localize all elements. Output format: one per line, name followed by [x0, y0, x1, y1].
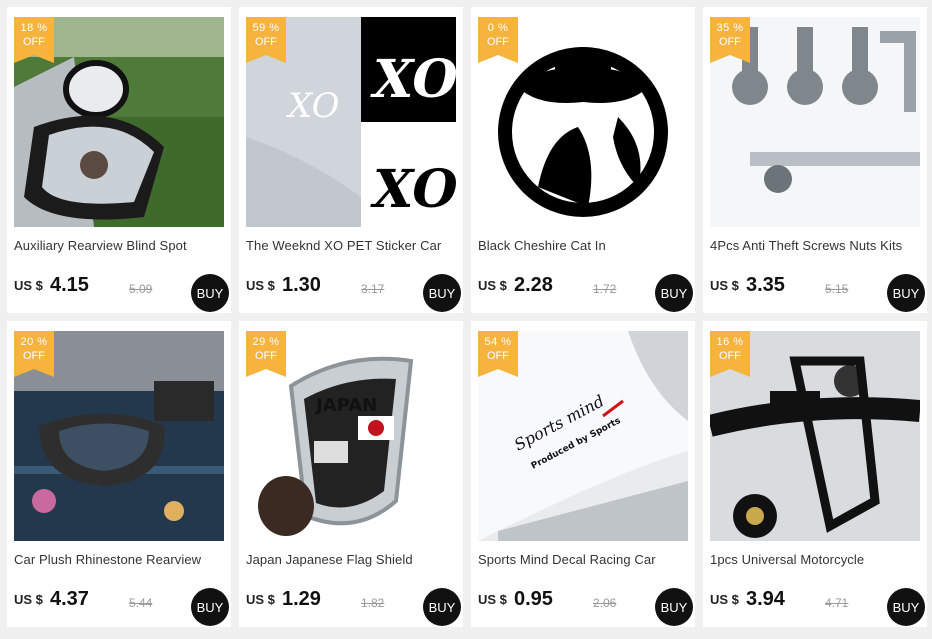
- buy-button[interactable]: BUY: [423, 274, 461, 312]
- price-row: US $ 3.35 5.15 BUY: [710, 272, 925, 312]
- discount-percent: 20 %: [20, 336, 48, 348]
- price-row: US $ 2.28 1.72 BUY: [478, 272, 693, 312]
- discount-off-label: OFF: [255, 36, 277, 48]
- product-card[interactable]: 0 % OFF Black Cheshire Cat In US $ 2.28 …: [471, 7, 695, 313]
- discount-percent: 59 %: [252, 22, 280, 34]
- discount-off-label: OFF: [255, 350, 277, 362]
- buy-button[interactable]: BUY: [887, 274, 925, 312]
- currency: US $: [14, 592, 43, 607]
- product-title[interactable]: 4Pcs Anti Theft Screws Nuts Kits: [710, 238, 922, 253]
- price-row: US $ 0.95 2.06 BUY: [478, 586, 693, 626]
- product-title[interactable]: Auxiliary Rearview Blind Spot: [14, 238, 226, 253]
- image-text: XO: [370, 49, 456, 110]
- discount-percent: 54 %: [484, 336, 512, 348]
- discount-off-label: OFF: [23, 350, 45, 362]
- price-row: US $ 4.37 5.44 BUY: [14, 586, 229, 626]
- product-card[interactable]: JAPAN 29 % OFF Japan Japanese Flag Shiel…: [239, 321, 463, 627]
- currency: US $: [710, 278, 739, 293]
- buy-button[interactable]: BUY: [655, 274, 693, 312]
- original-price: 5.44: [129, 596, 153, 610]
- image-text: JAPAN: [314, 395, 377, 416]
- image-text: XO: [370, 159, 456, 220]
- price: 1.30: [282, 274, 321, 296]
- image-text: XO: [285, 86, 340, 126]
- price: 4.37: [50, 588, 89, 610]
- product-card[interactable]: 20 % OFF Car Plush Rhinestone Rearview U…: [7, 321, 231, 627]
- original-price: 2.06: [593, 596, 617, 610]
- price-row: US $ 1.29 1.82 BUY: [246, 586, 461, 626]
- original-price: 5.09: [129, 282, 153, 296]
- price: 0.95: [514, 588, 553, 610]
- currency: US $: [478, 278, 507, 293]
- original-price: 1.72: [593, 282, 617, 296]
- discount-badge: 35 % OFF: [710, 17, 750, 63]
- currency: US $: [14, 278, 43, 293]
- product-card[interactable]: 18 % OFF Auxiliary Rearview Blind Spot U…: [7, 7, 231, 313]
- discount-percent: 18 %: [20, 22, 48, 34]
- discount-off-label: OFF: [719, 350, 741, 362]
- product-title[interactable]: Japan Japanese Flag Shield: [246, 552, 458, 567]
- currency: US $: [710, 592, 739, 607]
- price-row: US $ 4.15 5.09 BUY: [14, 272, 229, 312]
- buy-button[interactable]: BUY: [191, 588, 229, 626]
- price-row: US $ 3.94 4.71 BUY: [710, 586, 925, 626]
- discount-badge: 20 % OFF: [14, 331, 54, 377]
- product-card[interactable]: 16 % OFF 1pcs Universal Motorcycle US $ …: [703, 321, 927, 627]
- discount-percent: 35 %: [716, 22, 744, 34]
- discount-off-label: OFF: [719, 36, 741, 48]
- discount-percent: 29 %: [252, 336, 280, 348]
- price: 3.35: [746, 274, 785, 296]
- discount-badge: 59 % OFF: [246, 17, 286, 63]
- discount-badge: 54 % OFF: [478, 331, 518, 377]
- product-card[interactable]: Sports mind Produced by Sports 54 % OFF …: [471, 321, 695, 627]
- product-grid: 18 % OFF Auxiliary Rearview Blind Spot U…: [7, 7, 927, 627]
- discount-badge: 0 % OFF: [478, 17, 518, 63]
- product-title[interactable]: Black Cheshire Cat In: [478, 238, 690, 253]
- discount-percent: 0 %: [487, 22, 509, 34]
- price-row: US $ 1.30 3.17 BUY: [246, 272, 461, 312]
- discount-off-label: OFF: [23, 36, 45, 48]
- buy-button[interactable]: BUY: [887, 588, 925, 626]
- currency: US $: [246, 592, 275, 607]
- currency: US $: [246, 278, 275, 293]
- product-title[interactable]: The Weeknd XO PET Sticker Car: [246, 238, 458, 253]
- product-title[interactable]: 1pcs Universal Motorcycle: [710, 552, 922, 567]
- product-card[interactable]: XO XO XO 59 % OFF The Weeknd XO PET Stic…: [239, 7, 463, 313]
- price: 1.29: [282, 588, 321, 610]
- original-price: 4.71: [825, 596, 849, 610]
- price: 4.15: [50, 274, 89, 296]
- currency: US $: [478, 592, 507, 607]
- discount-off-label: OFF: [487, 350, 509, 362]
- discount-badge: 18 % OFF: [14, 17, 54, 63]
- original-price: 3.17: [361, 282, 385, 296]
- buy-button[interactable]: BUY: [191, 274, 229, 312]
- discount-off-label: OFF: [487, 36, 509, 48]
- product-title[interactable]: Car Plush Rhinestone Rearview: [14, 552, 226, 567]
- discount-badge: 29 % OFF: [246, 331, 286, 377]
- price: 2.28: [514, 274, 553, 296]
- buy-button[interactable]: BUY: [655, 588, 693, 626]
- discount-percent: 16 %: [716, 336, 744, 348]
- original-price: 1.82: [361, 596, 385, 610]
- discount-badge: 16 % OFF: [710, 331, 750, 377]
- price: 3.94: [746, 588, 785, 610]
- product-title[interactable]: Sports Mind Decal Racing Car: [478, 552, 690, 567]
- original-price: 5.15: [825, 282, 849, 296]
- buy-button[interactable]: BUY: [423, 588, 461, 626]
- product-card[interactable]: 35 % OFF 4Pcs Anti Theft Screws Nuts Kit…: [703, 7, 927, 313]
